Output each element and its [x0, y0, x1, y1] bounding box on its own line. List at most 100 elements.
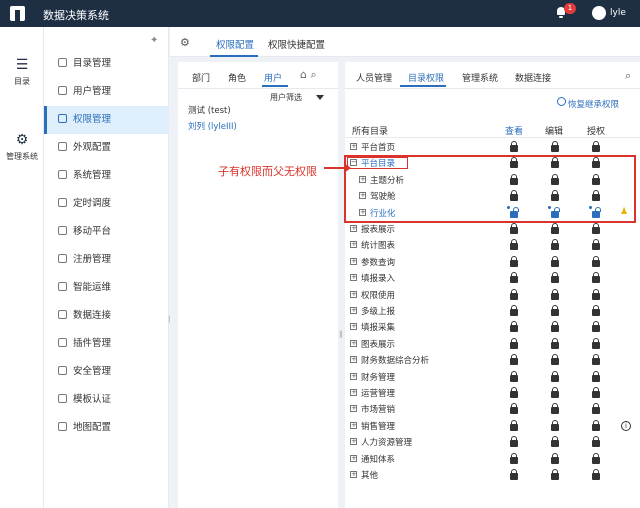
lock-icon[interactable]: [592, 387, 600, 398]
lock-icon[interactable]: [510, 370, 518, 382]
lock-icon[interactable]: [510, 354, 518, 366]
tab-user[interactable]: 用户: [264, 71, 282, 84]
search-icon[interactable]: ⌕: [625, 69, 631, 83]
lock-icon[interactable]: [510, 288, 518, 300]
lock-icon[interactable]: [592, 321, 600, 333]
lock-icon[interactable]: [592, 337, 600, 349]
lock-icon[interactable]: [551, 419, 559, 431]
sidebar-item[interactable]: 安全管理: [44, 358, 169, 386]
lock-icon[interactable]: [551, 288, 559, 300]
directory-row-label[interactable]: 财务管理: [361, 371, 395, 383]
info-icon[interactable]: i: [621, 420, 631, 431]
lock-icon[interactable]: [551, 436, 559, 448]
lock-icon[interactable]: [592, 403, 600, 415]
sidebar-item[interactable]: 移动平台: [44, 218, 169, 246]
user-list-item-selected[interactable]: 刘列 (lyleIII): [188, 120, 237, 132]
expand-toggle-icon[interactable]: +: [350, 241, 357, 249]
expand-toggle-icon[interactable]: +: [350, 389, 357, 396]
lock-icon[interactable]: [510, 387, 518, 398]
directory-row-label[interactable]: 统计图表: [361, 239, 395, 251]
directory-row-label[interactable]: 图表展示: [361, 338, 395, 350]
directory-row-label[interactable]: 销售管理: [361, 420, 395, 432]
sidebar-item[interactable]: 注册管理: [44, 246, 169, 274]
sidebar-item[interactable]: 数据连接: [44, 302, 169, 330]
directory-row-label[interactable]: 填报录入: [361, 272, 395, 284]
panel-resize-handle[interactable]: ‖: [339, 330, 343, 338]
directory-row-label[interactable]: 市场营销: [361, 403, 395, 415]
lock-icon[interactable]: [592, 223, 600, 234]
sidebar-item[interactable]: 目录管理: [44, 50, 169, 78]
directory-row-label[interactable]: 权限使用: [361, 289, 395, 301]
lock-icon[interactable]: [510, 223, 518, 234]
tab-perm-config[interactable]: 权限配置: [216, 37, 254, 51]
lock-icon[interactable]: [510, 452, 518, 464]
lock-icon[interactable]: [551, 141, 559, 152]
directory-row-label[interactable]: 财务数据综合分析: [361, 354, 429, 366]
sidebar-item[interactable]: 系统管理: [44, 162, 169, 190]
directory-row-label[interactable]: 通知体系: [361, 453, 395, 465]
user-name[interactable]: lyle: [610, 8, 626, 18]
directory-row-label[interactable]: 平台首页: [361, 141, 395, 153]
settings-gear-icon[interactable]: ⚙: [180, 36, 190, 49]
lock-icon[interactable]: [592, 452, 600, 464]
lock-icon[interactable]: [592, 469, 600, 480]
lock-icon[interactable]: [592, 239, 600, 251]
lock-icon[interactable]: [551, 272, 559, 284]
sidebar-item[interactable]: 智能运维: [44, 274, 169, 302]
lock-icon[interactable]: [592, 354, 600, 366]
lock-icon[interactable]: [592, 436, 600, 448]
lock-icon[interactable]: [510, 255, 518, 267]
lock-icon[interactable]: [551, 403, 559, 415]
user-list-item[interactable]: 测试 (test): [188, 104, 231, 116]
tab-dir-perm[interactable]: 目录权限: [408, 71, 444, 84]
lock-icon[interactable]: [510, 436, 518, 448]
lock-icon[interactable]: [510, 403, 518, 415]
tab-role[interactable]: 角色: [228, 71, 246, 84]
lock-icon[interactable]: [510, 337, 518, 349]
lock-icon[interactable]: [510, 469, 518, 480]
expand-toggle-icon[interactable]: +: [350, 257, 357, 265]
directory-row-label[interactable]: 填报采集: [361, 321, 395, 333]
directory-row-label[interactable]: 运营管理: [361, 387, 395, 399]
tab-admin-system[interactable]: 管理系统: [462, 71, 498, 84]
directory-row-label[interactable]: 其他: [361, 469, 378, 481]
sidebar-item-active[interactable]: 权限管理: [44, 106, 169, 134]
sidebar-item[interactable]: 模板认证: [44, 386, 169, 414]
lock-icon[interactable]: [551, 223, 559, 234]
lock-icon[interactable]: [592, 305, 600, 316]
lock-icon[interactable]: [592, 141, 600, 152]
tab-people[interactable]: 人员管理: [356, 71, 392, 84]
sidebar-item[interactable]: 外观配置: [44, 134, 169, 162]
sidebar-item[interactable]: 定时调度: [44, 190, 169, 218]
sidebar-item[interactable]: 用户管理: [44, 78, 169, 106]
lock-icon[interactable]: [510, 272, 518, 284]
expand-toggle-icon[interactable]: +: [350, 307, 357, 314]
lock-icon[interactable]: [551, 321, 559, 333]
expand-toggle-icon[interactable]: +: [350, 143, 357, 150]
expand-toggle-icon[interactable]: +: [350, 438, 357, 446]
directory-row-label[interactable]: 多级上报: [361, 305, 395, 317]
lock-icon[interactable]: [510, 305, 518, 316]
tab-data-conn[interactable]: 数据连接: [515, 71, 551, 84]
lock-icon[interactable]: [510, 239, 518, 251]
expand-toggle-icon[interactable]: +: [350, 454, 357, 462]
expand-toggle-icon[interactable]: +: [350, 323, 357, 331]
lock-icon[interactable]: [551, 239, 559, 251]
directory-row-label[interactable]: 报表展示: [361, 223, 395, 235]
filter-home-icon[interactable]: ⌂: [300, 68, 307, 81]
lock-icon[interactable]: [551, 354, 559, 366]
expand-toggle-icon[interactable]: +: [350, 290, 357, 298]
lock-icon[interactable]: [510, 141, 518, 152]
tab-perm-quick[interactable]: 权限快捷配置: [268, 37, 325, 51]
lock-icon[interactable]: [551, 370, 559, 382]
lock-icon[interactable]: [592, 272, 600, 284]
expand-toggle-icon[interactable]: +: [350, 405, 357, 413]
pin-icon[interactable]: ✦: [150, 35, 158, 46]
user-avatar[interactable]: [592, 6, 606, 20]
expand-toggle-icon[interactable]: +: [350, 421, 357, 429]
expand-toggle-icon[interactable]: +: [350, 339, 357, 347]
lock-icon[interactable]: [592, 255, 600, 267]
directory-row-label[interactable]: 参数查询: [361, 256, 395, 268]
lock-icon[interactable]: [592, 370, 600, 382]
lock-icon[interactable]: [551, 469, 559, 480]
